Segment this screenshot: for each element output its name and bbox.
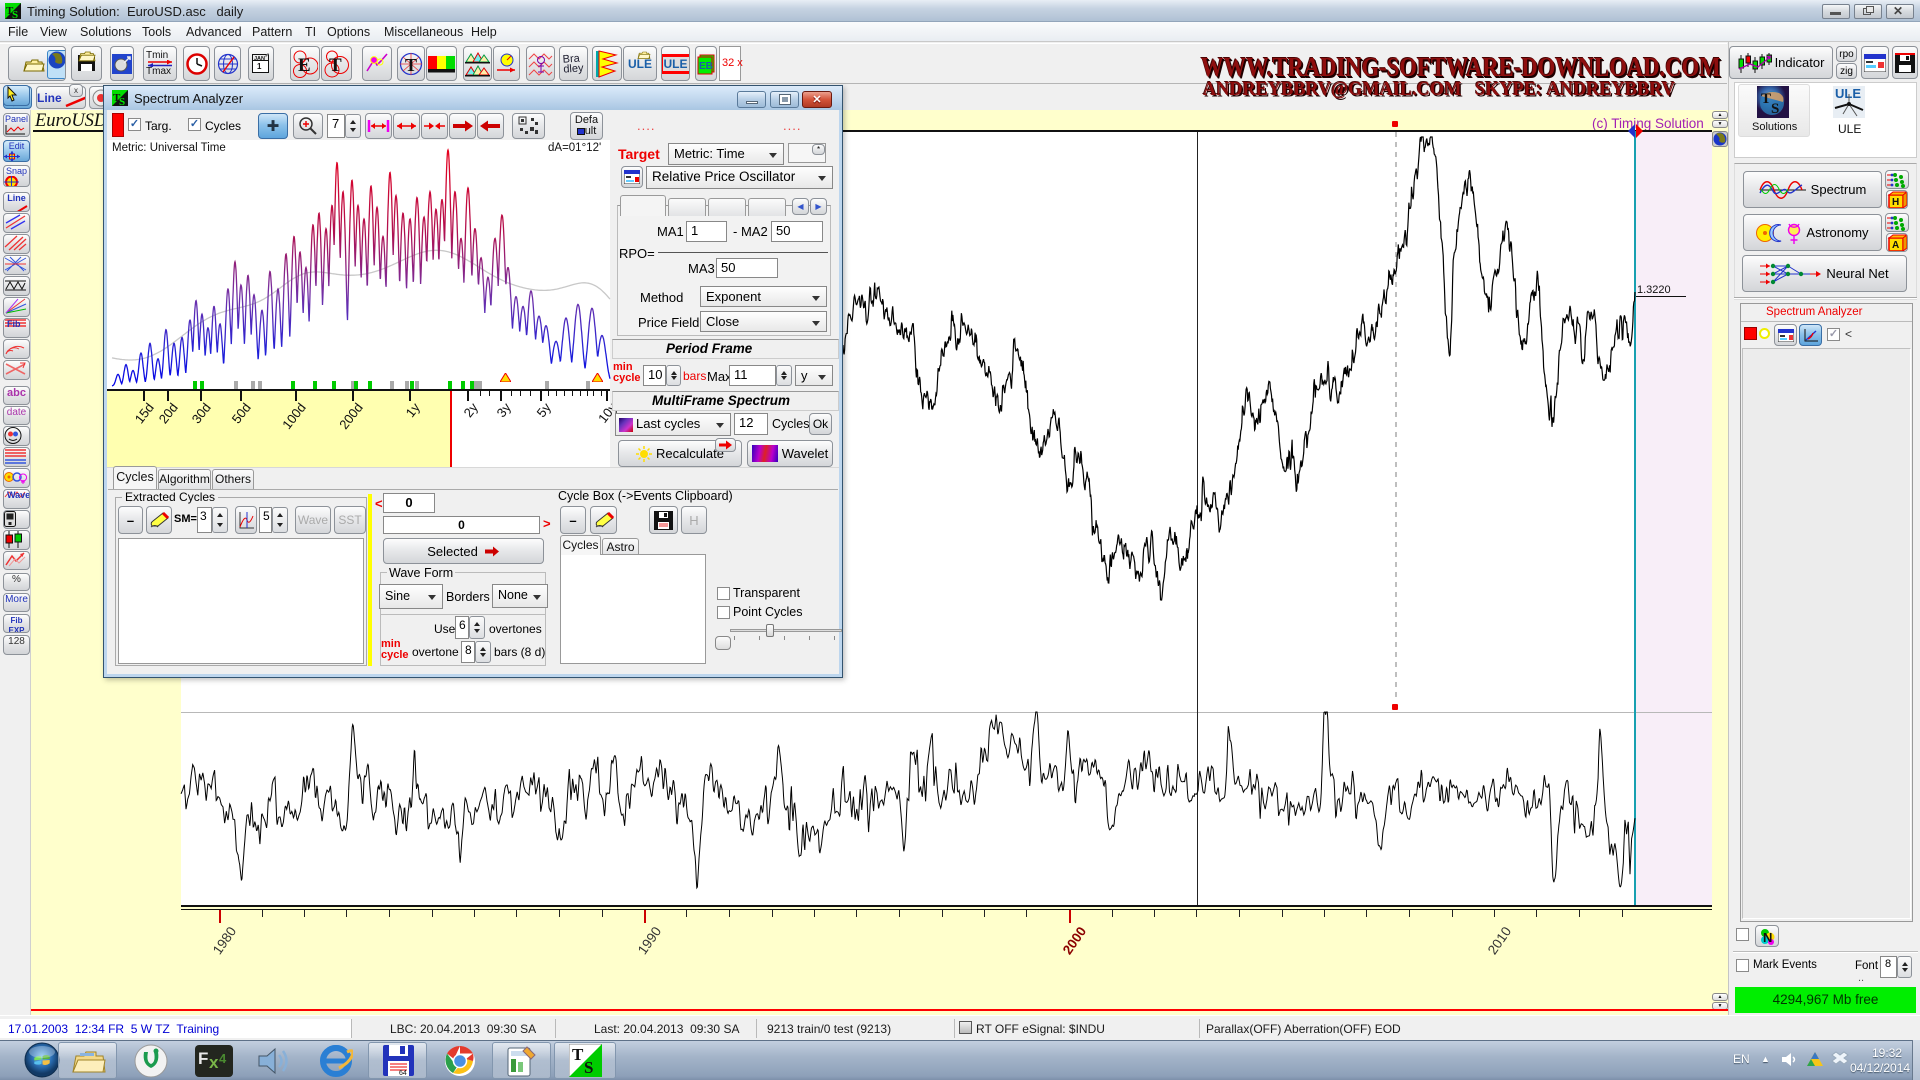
svg-text:S: S — [1771, 101, 1779, 117]
svg-text:T: T — [572, 1045, 584, 1064]
svg-text:S: S — [584, 1058, 593, 1077]
svg-text:A: A — [1892, 240, 1899, 251]
svg-text:ULE: ULE — [1835, 86, 1861, 101]
svg-text:T: T — [1761, 91, 1771, 107]
svg-text:N: N — [1763, 930, 1772, 945]
svg-text:H: H — [1892, 197, 1899, 208]
svg-text:64: 64 — [399, 1070, 407, 1076]
